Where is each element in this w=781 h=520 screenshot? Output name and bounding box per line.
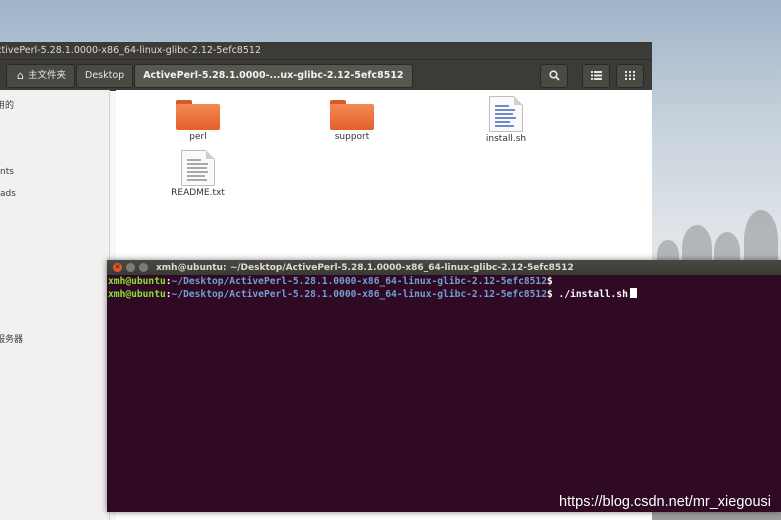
grid-view-icon bbox=[625, 71, 635, 80]
close-button[interactable]: ✕ bbox=[113, 263, 122, 272]
file-manager-titlebar: ActivePerl-5.28.1.0000-x86_64-linux-glib… bbox=[0, 42, 652, 59]
list-view-icon bbox=[590, 71, 602, 80]
folder-icon bbox=[330, 100, 374, 130]
file-manager-toolbar: ⌂ 主文件夹 Desktop ActivePerl-5.28.1.0000-..… bbox=[0, 59, 652, 91]
folder-icon bbox=[176, 100, 220, 130]
terminal-line: xmh@ubuntu:~/Desktop/ActivePerl-5.28.1.0… bbox=[108, 287, 780, 301]
file-label: perl bbox=[189, 132, 207, 142]
file-label: README.txt bbox=[171, 188, 225, 198]
file-label: support bbox=[334, 132, 370, 142]
sidebar-item-recent[interactable]: 用的 bbox=[0, 98, 14, 111]
terminal-title: xmh@ubuntu: ~/Desktop/ActivePerl-5.28.1.… bbox=[156, 262, 574, 273]
terminal-cursor bbox=[629, 287, 637, 298]
terminal-command: ./install.sh bbox=[552, 288, 628, 300]
watermark-text: https://blog.csdn.net/mr_xiegousi bbox=[559, 494, 771, 510]
prompt-user: xmh@ubuntu bbox=[108, 276, 166, 287]
sidebar-item-servers[interactable]: 服务器 bbox=[0, 332, 23, 345]
search-button[interactable] bbox=[540, 64, 568, 88]
breadcrumb-home[interactable]: ⌂ 主文件夹 bbox=[6, 63, 75, 88]
breadcrumb-desktop-label: Desktop bbox=[85, 69, 125, 81]
terminal-titlebar: ✕ xmh@ubuntu: ~/Desktop/ActivePerl-5.28.… bbox=[107, 260, 781, 275]
file-item-readme[interactable]: README.txt bbox=[158, 150, 238, 198]
file-manager-sidebar: 用的 nts ads 服务器 bbox=[0, 90, 110, 520]
terminal-window[interactable]: ✕ xmh@ubuntu: ~/Desktop/ActivePerl-5.28.… bbox=[107, 260, 781, 512]
breadcrumb-current-label: ActivePerl-5.28.1.0000-...ux-glibc-2.12-… bbox=[143, 69, 404, 81]
prompt-path: ~/Desktop/ActivePerl-5.28.1.0000-x86_64-… bbox=[171, 276, 547, 287]
terminal-line: xmh@ubuntu:~/Desktop/ActivePerl-5.28.1.0… bbox=[108, 276, 780, 288]
maximize-button[interactable] bbox=[139, 263, 148, 272]
breadcrumb-home-label: 主文件夹 bbox=[27, 69, 66, 81]
prompt-symbol: $ bbox=[546, 276, 553, 287]
breadcrumb-desktop[interactable]: Desktop bbox=[76, 63, 134, 88]
file-item-support[interactable]: support bbox=[312, 100, 392, 142]
terminal-output[interactable]: xmh@ubuntu:~/Desktop/ActivePerl-5.28.1.0… bbox=[107, 275, 781, 301]
sidebar-item-documents[interactable]: nts bbox=[0, 167, 14, 177]
file-label: install.sh bbox=[485, 134, 527, 144]
file-manager-title: ActivePerl-5.28.1.0000-x86_64-linux-glib… bbox=[0, 45, 261, 56]
script-file-icon bbox=[489, 96, 523, 132]
minimize-button[interactable] bbox=[126, 263, 135, 272]
file-item-install-sh[interactable]: install.sh bbox=[466, 96, 546, 144]
prompt-user: xmh@ubuntu bbox=[108, 288, 166, 300]
home-icon: ⌂ bbox=[17, 68, 24, 82]
list-view-button[interactable] bbox=[582, 64, 610, 88]
search-icon bbox=[548, 70, 560, 81]
text-file-icon bbox=[181, 150, 215, 186]
prompt-path: ~/Desktop/ActivePerl-5.28.1.0000-x86_64-… bbox=[171, 288, 547, 300]
desktop-wallpaper-trees bbox=[652, 190, 781, 270]
breadcrumb-current-folder[interactable]: ActivePerl-5.28.1.0000-...ux-glibc-2.12-… bbox=[134, 63, 413, 88]
file-item-perl[interactable]: perl bbox=[158, 100, 238, 142]
grid-view-button[interactable] bbox=[616, 64, 644, 88]
sidebar-item-downloads[interactable]: ads bbox=[0, 189, 16, 199]
